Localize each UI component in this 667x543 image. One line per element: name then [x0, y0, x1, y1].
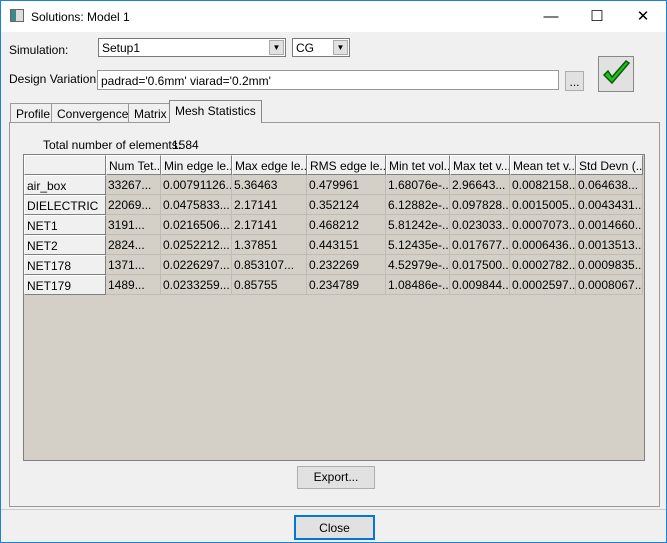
- table-cell: 2.17141: [232, 195, 307, 215]
- table-cell: 0.0226297...: [161, 255, 232, 275]
- apply-button[interactable]: [598, 56, 634, 92]
- table-cell: 4.52979e-...: [386, 255, 450, 275]
- design-variation-field[interactable]: padrad='0.6mm' viarad='0.2mm': [97, 70, 559, 90]
- mesh-statistics-table[interactable]: Num Tet... Min edge le... Max edge le... RM…: [23, 154, 645, 461]
- table-cell: 0.0007073...: [510, 215, 576, 235]
- table-cell: 0.479961: [307, 175, 386, 195]
- app-icon: [10, 9, 24, 22]
- close-button[interactable]: Close: [294, 515, 375, 540]
- table-cell: 1.37851: [232, 235, 307, 255]
- divider: [1, 509, 666, 510]
- table-cell: 0.234789: [307, 275, 386, 295]
- table-cell: 0.0475833...: [161, 195, 232, 215]
- table-cell: 0.0006436...: [510, 235, 576, 255]
- row-header[interactable]: NET179: [24, 275, 106, 295]
- table-cell: 0.0216506...: [161, 215, 232, 235]
- table-cell: 6.12882e-...: [386, 195, 450, 215]
- window-title: Solutions: Model 1: [31, 10, 130, 24]
- table-cell: 2.96643...: [450, 175, 510, 195]
- column-header[interactable]: Min edge le...: [161, 155, 232, 175]
- column-header[interactable]: Std Devn (...: [576, 155, 643, 175]
- table-cell: 0.0002782...: [510, 255, 576, 275]
- solver-value: CG: [296, 41, 314, 55]
- row-header[interactable]: NET1: [24, 215, 106, 235]
- table-cell: 0.0008067...: [576, 275, 643, 295]
- column-header[interactable]: Max edge le...: [232, 155, 307, 175]
- chevron-down-icon[interactable]: ▼: [333, 40, 348, 55]
- table-cell: 0.0043431...: [576, 195, 643, 215]
- column-header[interactable]: Min tet vol...: [386, 155, 450, 175]
- solutions-window: Solutions: Model 1 — ☐ ✕ Simulation: Set…: [0, 0, 667, 543]
- simulation-label: Simulation:: [9, 43, 69, 57]
- tab-mesh-statistics[interactable]: Mesh Statistics: [169, 100, 262, 123]
- table-cell: 3191...: [106, 215, 161, 235]
- table-cell: 0.097828...: [450, 195, 510, 215]
- table-cell: 5.12435e-...: [386, 235, 450, 255]
- simulation-value: Setup1: [102, 41, 141, 55]
- table-cell: 0.443151: [307, 235, 386, 255]
- table-cell: 0.0002597...: [510, 275, 576, 295]
- total-elements-value: 1584: [172, 138, 199, 152]
- tab-matrix[interactable]: Matrix: [128, 103, 173, 123]
- title-bar: Solutions: Model 1 — ☐ ✕: [1, 1, 666, 32]
- chevron-down-icon[interactable]: ▼: [269, 40, 284, 55]
- table-cell: 1.08486e-...: [386, 275, 450, 295]
- table-cell: 1489...: [106, 275, 161, 295]
- table-cell: 0.009844...: [450, 275, 510, 295]
- close-window-button[interactable]: ✕: [620, 1, 666, 32]
- table-cell: 5.81242e-...: [386, 215, 450, 235]
- table-cell: 0.0013513...: [576, 235, 643, 255]
- table-cell: 0.0009835...: [576, 255, 643, 275]
- simulation-select[interactable]: Setup1 ▼: [98, 38, 286, 57]
- row-header[interactable]: NET2: [24, 235, 106, 255]
- table-cell: 0.468212: [307, 215, 386, 235]
- column-header[interactable]: Mean tet v...: [510, 155, 576, 175]
- table-cell: 0.232269: [307, 255, 386, 275]
- maximize-button[interactable]: ☐: [574, 1, 620, 32]
- table-cell: 0.0015005...: [510, 195, 576, 215]
- table-cell: 0.85755: [232, 275, 307, 295]
- column-header[interactable]: RMS edge le...: [307, 155, 386, 175]
- table-cell: 5.36463: [232, 175, 307, 195]
- table-cell: 0.017500...: [450, 255, 510, 275]
- table-cell: 0.0082158...: [510, 175, 576, 195]
- table-cell: 22069...: [106, 195, 161, 215]
- table-cell: 0.0252212...: [161, 235, 232, 255]
- table-cell: 2.17141: [232, 215, 307, 235]
- table-cell: 1371...: [106, 255, 161, 275]
- row-header[interactable]: NET178: [24, 255, 106, 275]
- table-cell: 0.0014660...: [576, 215, 643, 235]
- tab-convergence[interactable]: Convergence: [51, 103, 135, 123]
- table-cell: 2824...: [106, 235, 161, 255]
- row-header[interactable]: DIELECTRIC: [24, 195, 106, 215]
- row-header[interactable]: air_box: [24, 175, 106, 195]
- total-elements-label: Total number of elements:: [43, 138, 182, 152]
- export-button[interactable]: Export...: [297, 466, 375, 489]
- tab-profile[interactable]: Profile: [10, 103, 57, 123]
- browse-variation-button[interactable]: ...: [565, 71, 584, 91]
- column-header[interactable]: [24, 155, 106, 175]
- minimize-button[interactable]: —: [528, 1, 574, 32]
- table-cell: 0.064638...: [576, 175, 643, 195]
- table-cell: 0.023033...: [450, 215, 510, 235]
- column-header[interactable]: Max tet v...: [450, 155, 510, 175]
- design-variation-label: Design Variation:: [9, 72, 100, 86]
- table-cell: 0.352124: [307, 195, 386, 215]
- table-cell: 0.853107...: [232, 255, 307, 275]
- table-cell: 0.0233259...: [161, 275, 232, 295]
- check-icon: [602, 60, 631, 85]
- column-header[interactable]: Num Tet...: [106, 155, 161, 175]
- table-cell: 1.68076e-...: [386, 175, 450, 195]
- solver-select[interactable]: CG ▼: [292, 38, 350, 57]
- table-cell: 0.017677...: [450, 235, 510, 255]
- table-cell: 33267...: [106, 175, 161, 195]
- table-cell: 0.00791126...: [161, 175, 232, 195]
